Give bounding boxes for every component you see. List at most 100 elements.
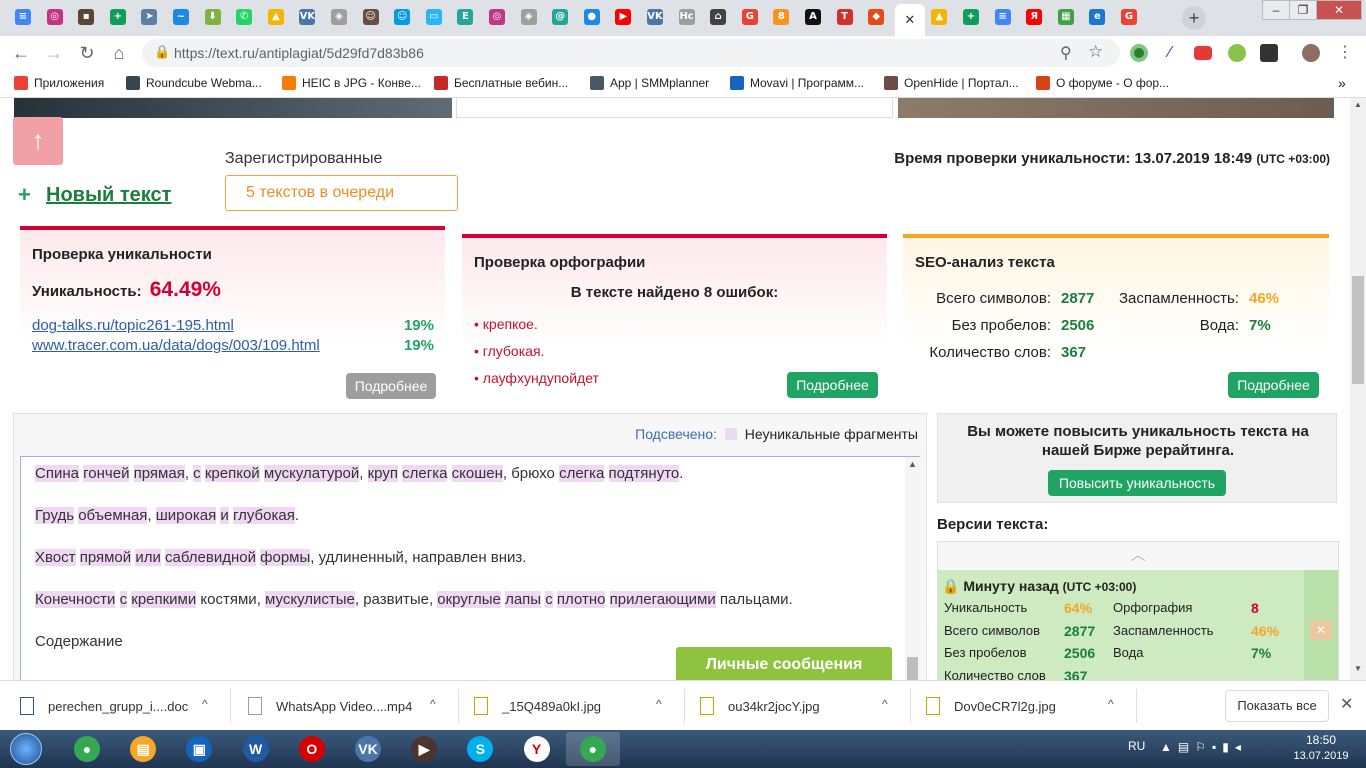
language-indicator[interactable]: RU [1128, 739, 1145, 753]
delete-version-icon[interactable]: ✕ [1310, 620, 1332, 640]
tab[interactable]: ≡ [990, 4, 1016, 30]
tab[interactable]: G [737, 4, 763, 30]
start-button[interactable] [4, 730, 48, 768]
profile-avatar[interactable] [1302, 44, 1320, 62]
tab[interactable]: ▶ [610, 4, 636, 30]
text-scroll-up-icon[interactable]: ▲ [908, 459, 917, 469]
spelling-error-item[interactable]: • крепкое. [474, 316, 599, 343]
download-menu-chevron[interactable]: ^ [202, 697, 208, 711]
window-close-button[interactable]: ✕ [1316, 0, 1362, 20]
versions-up-icon[interactable]: ︿ [938, 542, 1338, 570]
tab-active[interactable]: ✕ [894, 4, 925, 36]
seo-more-button[interactable]: Подробнее [1228, 372, 1319, 398]
tab[interactable]: Hc [674, 4, 700, 30]
text-scrollbar[interactable]: ▲ [905, 457, 920, 680]
show-all-downloads-button[interactable]: Показать все [1225, 690, 1329, 722]
maximize-button[interactable]: ❐ [1289, 0, 1317, 20]
tab[interactable]: G [1116, 4, 1142, 30]
reload-button[interactable]: ↻ [76, 42, 98, 64]
uniqueness-more-button[interactable]: Подробнее [346, 373, 436, 399]
taskbar-app[interactable]: ▤ [116, 732, 170, 766]
page-scrollbar[interactable]: ▲ ▼ [1350, 98, 1366, 680]
home-button[interactable]: ⌂ [108, 42, 130, 64]
address-bar[interactable]: 🔒 https://text.ru/antiplagiat/5d29fd7d83… [142, 39, 1120, 67]
tab[interactable]: e [1084, 4, 1110, 30]
bookmark-item[interactable]: Приложения [14, 76, 104, 90]
bookmark-item[interactable]: Roundcube Webma... [126, 76, 262, 90]
spelling-more-button[interactable]: Подробнее [787, 372, 878, 398]
extension-green-icon[interactable] [1130, 44, 1148, 62]
download-item[interactable]: perechen_grupp_i....doc [20, 681, 188, 731]
tab[interactable]: T [832, 4, 858, 30]
tab[interactable]: ● [579, 4, 605, 30]
download-menu-chevron[interactable]: ^ [882, 697, 888, 711]
tab[interactable]: E [452, 4, 478, 30]
tab[interactable]: ⌂ [705, 4, 731, 30]
download-item[interactable]: _15Q489a0kI.jpg [474, 681, 601, 731]
tab[interactable]: ◆ [863, 4, 889, 30]
forward-button[interactable]: → [43, 42, 65, 64]
page-scroll-thumb[interactable] [1352, 276, 1364, 384]
taskbar-app[interactable]: ● [60, 732, 114, 766]
spelling-error-item[interactable]: • лауфхундупойдет [474, 370, 599, 397]
back-button[interactable]: ← [10, 42, 32, 64]
taskbar-app[interactable]: S [453, 732, 507, 766]
scroll-to-top-button[interactable]: ↑ [13, 117, 63, 165]
zoom-icon[interactable]: ⚲ [1060, 43, 1072, 63]
taskbar-app[interactable]: Y [510, 732, 564, 766]
download-item[interactable]: ou34kr2jocY.jpg [700, 681, 820, 731]
tab[interactable]: ☺ [389, 4, 415, 30]
taskbar-app[interactable]: ▣ [172, 732, 226, 766]
tab[interactable]: ▭ [421, 4, 447, 30]
tab[interactable]: ▪ [73, 4, 99, 30]
tab[interactable]: ◎ [484, 4, 510, 30]
tab[interactable]: A [800, 4, 826, 30]
taskbar-app[interactable]: W [229, 732, 283, 766]
bookmarks-more-button[interactable]: » [1338, 75, 1346, 91]
taskbar-app[interactable]: VK [341, 732, 395, 766]
new-text-link[interactable]: Новый текст [46, 184, 171, 207]
new-tab-button[interactable]: + [1182, 6, 1206, 30]
bookmark-item[interactable]: HEIC в JPG - Конве... [282, 76, 421, 90]
download-item[interactable]: Dov0eCR7l2g.jpg [926, 681, 1056, 731]
clock-date[interactable]: 13.07.2019 [1281, 750, 1361, 762]
tab[interactable]: + [105, 4, 131, 30]
tab[interactable]: ✆ [231, 4, 257, 30]
bookmark-item[interactable]: Бесплатные вебин... [434, 76, 568, 90]
tab[interactable]: ▦ [1053, 4, 1079, 30]
download-menu-chevron[interactable]: ^ [430, 697, 436, 711]
tab[interactable]: VK [294, 4, 320, 30]
spelling-error-item[interactable]: • глубокая. [474, 343, 599, 370]
android-extension-icon[interactable] [1228, 44, 1246, 62]
taskbar-app[interactable]: ● [565, 732, 620, 766]
menu-icon[interactable]: ⋮ [1334, 42, 1356, 64]
bookmark-item[interactable]: OpenHide | Портал... [884, 76, 1019, 90]
tab[interactable]: ~ [168, 4, 194, 30]
cube-extension-icon[interactable] [1260, 44, 1278, 62]
youtube-extension-icon[interactable] [1194, 46, 1212, 60]
tab[interactable]: VK [642, 4, 668, 30]
version-entry[interactable]: 🔒 Минуту назад (UTC +03:00) Уникальность… [938, 570, 1338, 680]
source-link[interactable]: dog-talks.ru/topic261-195.html [32, 317, 234, 334]
tab[interactable]: ▲ [263, 4, 289, 30]
private-messages-button[interactable]: Личные сообщения [676, 647, 892, 680]
tab[interactable]: + [958, 4, 984, 30]
text-scroll-thumb[interactable] [907, 657, 918, 680]
tab[interactable]: @ [547, 4, 573, 30]
tab[interactable]: ◈ [516, 4, 542, 30]
pen-extension-icon[interactable]: ∕ [1161, 44, 1179, 62]
download-menu-chevron[interactable]: ^ [656, 697, 662, 711]
bookmark-item[interactable]: Movavi | Программ... [730, 76, 864, 90]
bookmark-item[interactable]: App | SMMplanner [590, 76, 709, 90]
taskbar-app[interactable]: O [285, 732, 339, 766]
bookmark-item[interactable]: О форуме - О фор... [1036, 76, 1169, 90]
tab[interactable]: 8 [768, 4, 794, 30]
tab[interactable]: ➤ [136, 4, 162, 30]
raise-uniqueness-button[interactable]: Повысить уникальность [1048, 470, 1226, 496]
download-menu-chevron[interactable]: ^ [1108, 697, 1114, 711]
tab[interactable]: ≡ [10, 4, 36, 30]
tab[interactable]: ☺ [358, 4, 384, 30]
page-scroll-up-icon[interactable]: ▲ [1354, 100, 1362, 109]
minimize-button[interactable]: – [1262, 0, 1290, 20]
star-icon[interactable]: ☆ [1088, 42, 1103, 62]
